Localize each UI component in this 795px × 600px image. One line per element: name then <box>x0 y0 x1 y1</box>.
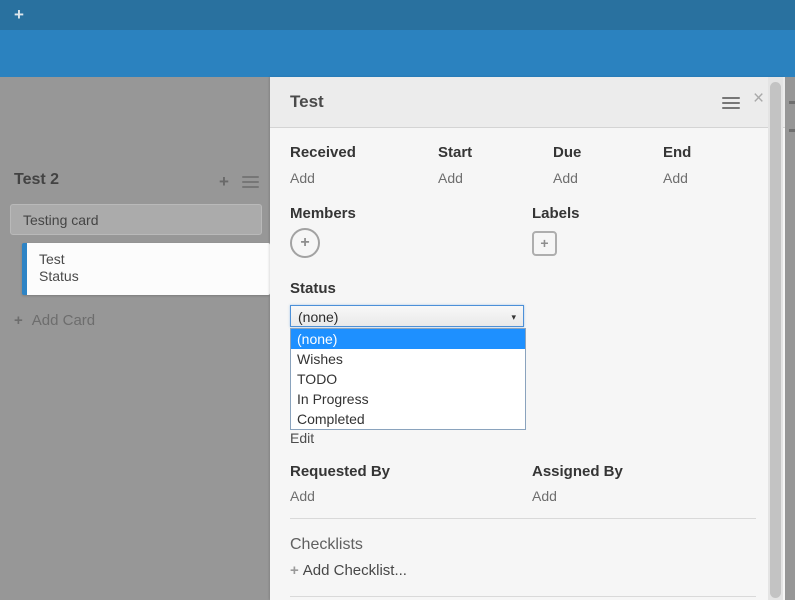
requested-by-add-link[interactable]: Add <box>290 488 315 504</box>
status-label: Status <box>290 280 336 297</box>
status-option-todo[interactable]: TODO <box>291 369 525 389</box>
assigned-by-add-link[interactable]: Add <box>532 488 557 504</box>
end-add-link[interactable]: Add <box>663 170 688 186</box>
add-checklist-label: Add Checklist... <box>303 562 407 579</box>
board-header <box>0 30 795 77</box>
hamburger-bar <box>242 186 259 188</box>
add-card-button[interactable]: + Add Card <box>14 312 95 329</box>
status-selected-value: (none) <box>298 309 338 325</box>
minicard-status-field: Status <box>27 267 270 284</box>
top-bar: + <box>0 0 795 30</box>
list-add-card-icon[interactable]: + <box>219 172 229 192</box>
plus-icon: + <box>290 562 299 579</box>
hamburger-bar <box>242 176 259 178</box>
close-icon[interactable]: × <box>753 88 764 110</box>
status-option-completed[interactable]: Completed <box>291 409 525 429</box>
panel-scrollbar-thumb[interactable] <box>770 82 781 598</box>
status-option-none[interactable]: (none) <box>291 329 525 349</box>
plus-icon: + <box>540 235 548 251</box>
add-member-button[interactable]: + <box>290 228 320 258</box>
plus-icon: + <box>300 234 309 251</box>
assigned-by-label: Assigned By <box>532 463 623 480</box>
dropdown-arrow-icon: ▾ <box>511 312 516 323</box>
panel-scrollbar-track[interactable] <box>768 77 783 600</box>
due-label: Due <box>553 144 581 161</box>
status-dropdown-list: (none) Wishes TODO In Progress Completed <box>290 328 526 430</box>
start-label: Start <box>438 144 472 161</box>
hamburger-bar <box>722 102 740 104</box>
minicard-title: Testing card <box>11 205 261 228</box>
section-divider <box>290 596 756 597</box>
status-option-wishes[interactable]: Wishes <box>291 349 525 369</box>
plus-icon: + <box>14 312 23 329</box>
card-detail-header: Test × <box>270 77 785 128</box>
start-add-link[interactable]: Add <box>438 170 463 186</box>
hamburger-bar <box>722 107 740 109</box>
section-divider <box>290 518 756 519</box>
labels-label: Labels <box>532 205 580 222</box>
add-checklist-button[interactable]: +Add Checklist... <box>290 562 407 579</box>
received-add-link[interactable]: Add <box>290 170 315 186</box>
add-board-icon[interactable]: + <box>14 5 24 25</box>
card-title: Test <box>290 92 324 112</box>
minicard-title: Test <box>27 243 270 267</box>
add-label-button[interactable]: + <box>532 231 557 256</box>
hamburger-icon[interactable] <box>722 94 740 112</box>
end-label: End <box>663 144 691 161</box>
list-test2: Test 2 + Testing card Test Status + Add C… <box>0 77 270 600</box>
members-label: Members <box>290 205 356 222</box>
requested-by-label: Requested By <box>290 463 390 480</box>
received-label: Received <box>290 144 356 161</box>
hamburger-icon[interactable] <box>242 173 259 191</box>
minicard-testing-card[interactable]: Testing card <box>10 204 262 235</box>
card-detail-panel: Test × Received Start Due End Add Add Ad… <box>270 77 785 600</box>
status-option-in-progress[interactable]: In Progress <box>291 389 525 409</box>
add-card-label: Add Card <box>32 312 95 329</box>
app-window: + Test 2 + Testing card Test Status +Add… <box>0 0 795 600</box>
status-edit-link[interactable]: Edit <box>290 430 314 446</box>
next-list-icon-fragment <box>789 101 795 104</box>
hamburger-bar <box>242 181 259 183</box>
next-list-icon-fragment <box>789 129 795 132</box>
list-title: Test 2 <box>14 171 59 189</box>
hamburger-bar <box>722 97 740 99</box>
checklists-title: Checklists <box>290 536 363 554</box>
due-add-link[interactable]: Add <box>553 170 578 186</box>
minicard-test-selected[interactable]: Test Status <box>22 243 270 295</box>
status-select[interactable]: (none) ▾ <box>290 305 524 327</box>
